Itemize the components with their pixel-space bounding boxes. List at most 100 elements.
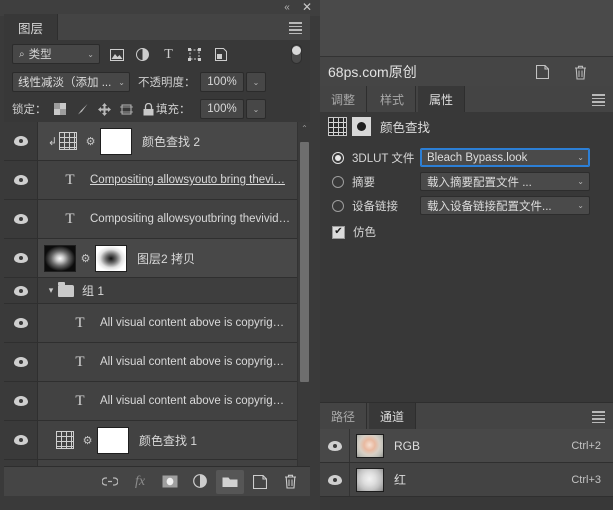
tab-channels[interactable]: 通道 <box>369 403 416 429</box>
table-row[interactable]: T All visual content above is copyrig… <box>4 343 310 382</box>
new-adjustment-layer-button[interactable] <box>186 470 214 494</box>
lock-position-icon[interactable] <box>96 101 112 117</box>
collapse-panel-icon[interactable]: « <box>280 2 294 14</box>
dither-checkbox[interactable]: ✔ <box>332 226 345 239</box>
dither-row[interactable]: ✔ 仿色 <box>320 220 613 244</box>
table-row[interactable]: T All visual content above is copyrig… <box>4 304 310 343</box>
table-row[interactable]: ⚙ 图层2 拷贝 <box>4 239 310 278</box>
layer-mask-thumbnail[interactable] <box>100 128 132 155</box>
new-layer-button[interactable] <box>246 470 274 494</box>
layer-list[interactable]: ↲ ⚙ 颜色查找 2 T Compositing allowsyouto bri… <box>4 122 310 478</box>
shape-filter-icon[interactable] <box>186 46 203 63</box>
lock-artboard-icon[interactable] <box>118 101 134 117</box>
opacity-chevron-down-icon[interactable]: ⌄ <box>246 72 266 92</box>
layer-mask-thumbnail[interactable] <box>95 245 127 272</box>
layer-name[interactable]: All visual content above is copyrig… <box>100 356 284 368</box>
delete-layer-button[interactable] <box>276 470 304 494</box>
radio-device-link[interactable] <box>332 200 344 212</box>
3dlut-file-select[interactable]: Bleach Bypass.look ⌄ <box>420 148 590 167</box>
abstract-profile-select[interactable]: 载入摘要配置文件 ... ⌄ <box>420 172 590 191</box>
layer-visibility-toggle[interactable] <box>4 239 38 277</box>
layer-name[interactable]: 图层2 拷贝 <box>137 250 195 267</box>
scrollbar-thumb[interactable] <box>300 142 309 382</box>
radio-abstract[interactable] <box>332 176 344 188</box>
radio-3dlut[interactable] <box>332 152 344 164</box>
image-filter-icon[interactable] <box>108 46 125 63</box>
panel-menu-icon[interactable] <box>289 22 302 32</box>
fill-chevron-down-icon[interactable]: ⌄ <box>246 99 266 119</box>
layer-visibility-toggle[interactable] <box>4 343 38 381</box>
layer-name[interactable]: 颜色查找 1 <box>139 432 197 449</box>
scroll-up-icon[interactable]: ⌃ <box>298 122 311 135</box>
filter-enable-toggle[interactable] <box>291 44 302 64</box>
layer-mask-thumbnail[interactable] <box>97 427 129 454</box>
layer-visibility-toggle[interactable] <box>4 122 38 160</box>
new-document-icon[interactable] <box>533 64 551 80</box>
panel-menu-icon[interactable] <box>592 411 605 425</box>
link-icon[interactable]: ⚙ <box>82 434 93 447</box>
link-layers-button[interactable] <box>96 470 124 494</box>
link-icon[interactable]: ⚙ <box>80 252 91 265</box>
blend-mode-select[interactable]: 线性减淡（添加 ... ⌄ <box>12 72 130 92</box>
mask-thumbnail-icon[interactable] <box>352 117 371 136</box>
layer-name[interactable]: 颜色查找 2 <box>142 133 200 150</box>
tab-styles[interactable]: 样式 <box>369 86 416 112</box>
table-row[interactable]: T All visual content above is copyrig… <box>4 382 310 421</box>
link-icon[interactable]: ⚙ <box>85 135 96 148</box>
option-row-3dlut[interactable]: 3DLUT 文件 Bleach Bypass.look ⌄ <box>320 146 613 170</box>
list-item[interactable]: 红 Ctrl+3 <box>320 463 613 497</box>
color-lookup-thumbnail-icon[interactable] <box>56 431 74 449</box>
tab-layers[interactable]: 图层 <box>4 14 58 40</box>
layer-name[interactable]: Compositing allowsyouto bring thevi… <box>90 174 285 186</box>
text-filter-icon[interactable]: T <box>160 46 177 63</box>
layer-visibility-toggle[interactable] <box>4 421 38 459</box>
layer-name[interactable]: All visual content above is copyrig… <box>100 317 284 329</box>
channel-visibility-toggle[interactable] <box>320 429 350 462</box>
channels-panel: 路径 通道 RGB Ctrl+2 红 Ctrl+3 <box>320 402 613 510</box>
layer-thumbnail[interactable] <box>44 245 76 272</box>
layer-visibility-toggle[interactable] <box>4 161 38 199</box>
color-lookup-thumbnail-icon[interactable] <box>59 132 77 150</box>
adjustment-filter-icon[interactable] <box>134 46 151 63</box>
list-item[interactable]: RGB Ctrl+2 <box>320 429 613 463</box>
chevron-down-icon[interactable]: ▾ <box>44 285 58 296</box>
tab-paths[interactable]: 路径 <box>320 403 367 429</box>
option-row-abstract[interactable]: 摘要 载入摘要配置文件 ... ⌄ <box>320 170 613 194</box>
smart-object-filter-icon[interactable] <box>212 46 229 63</box>
layer-visibility-toggle[interactable] <box>4 382 38 420</box>
layer-name[interactable]: All visual content above is copyrig… <box>100 395 284 407</box>
panel-menu-icon[interactable] <box>592 94 605 108</box>
lock-transparency-icon[interactable] <box>52 101 68 117</box>
layer-name[interactable]: 组 1 <box>82 282 104 299</box>
opacity-input[interactable]: 100% <box>200 72 244 92</box>
lock-all-icon[interactable] <box>140 101 156 117</box>
add-layer-mask-button[interactable] <box>156 470 184 494</box>
device-link-profile-select[interactable]: 载入设备链接配置文件... ⌄ <box>420 196 590 215</box>
text-layer-icon[interactable]: T <box>60 172 80 189</box>
channel-visibility-toggle[interactable] <box>320 463 350 496</box>
text-layer-icon[interactable]: T <box>70 315 90 332</box>
tab-properties[interactable]: 属性 <box>418 86 465 112</box>
filter-type-select[interactable]: ⌕ 类型 ⌄ <box>12 44 100 64</box>
layer-visibility-toggle[interactable] <box>4 278 38 303</box>
text-layer-icon[interactable]: T <box>60 211 80 228</box>
option-row-device-link[interactable]: 设备链接 载入设备链接配置文件... ⌄ <box>320 194 613 218</box>
layer-name[interactable]: Compositing allowsyoutbring thevivid… <box>90 213 290 225</box>
table-row[interactable]: ▾ 组 1 <box>4 278 310 304</box>
lock-image-icon[interactable] <box>74 101 90 117</box>
table-row[interactable]: T Compositing allowsyoutbring thevivid… <box>4 200 310 239</box>
close-panel-icon[interactable]: ✕ <box>300 1 314 14</box>
layer-visibility-toggle[interactable] <box>4 200 38 238</box>
layer-visibility-toggle[interactable] <box>4 304 38 342</box>
text-layer-icon[interactable]: T <box>70 393 90 410</box>
fill-input[interactable]: 100% <box>200 99 244 119</box>
table-row[interactable]: T Compositing allowsyouto bring thevi… <box>4 161 310 200</box>
table-row[interactable]: ↲ ⚙ 颜色查找 2 <box>4 122 310 161</box>
new-group-button[interactable] <box>216 470 244 494</box>
table-row[interactable]: ⚙ 颜色查找 1 <box>4 421 310 460</box>
layer-list-scrollbar[interactable]: ⌃ ⌄ <box>297 122 310 478</box>
tab-adjustments[interactable]: 调整 <box>320 86 367 112</box>
trash-icon[interactable] <box>571 64 589 80</box>
text-layer-icon[interactable]: T <box>70 354 90 371</box>
layer-style-fx-button[interactable]: fx <box>126 470 154 494</box>
